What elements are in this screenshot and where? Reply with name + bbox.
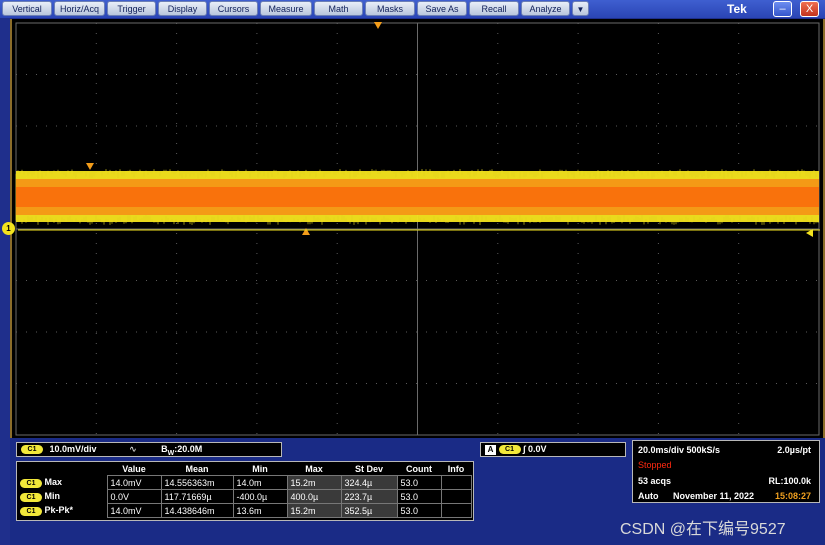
measurement-header-row: Value Mean Min Max St Dev Count Info [17,462,471,476]
trigger-position-marker [374,22,382,29]
resolution: 2.0µs/pt [777,445,811,455]
ac-wave-icon: ∿ [129,444,137,454]
menu-horiz-acq-button[interactable]: Horiz/Acq [54,1,105,16]
measurement-name: Pk-Pk* [44,505,74,516]
measurement-mean: 14.556363m [160,475,234,490]
measurement-max: 400.0µ [286,489,342,504]
vertical-scale: 10.0mV/div [49,444,97,454]
trigger-source-badge: C1 [498,445,521,455]
measurement-info [440,503,472,518]
channel-1-trace [15,169,819,225]
bandwidth-label: BW:20.0M [161,444,203,457]
header-value: Value [122,463,146,474]
trigger-readout[interactable]: A C1 ∫ 0.0V [480,442,626,457]
header-count: Count [406,463,432,474]
measurement-stdev: 324.4µ [340,475,398,490]
measurement-info [440,489,472,504]
measurement-mean: 14.438646m [160,503,234,518]
menu-math-button[interactable]: Math [314,1,363,16]
measurement-count: 53.0 [396,503,442,518]
menu-measure-button[interactable]: Measure [260,1,312,16]
measurement-table: Value Mean Min Max St Dev Count Info C1 … [16,461,474,521]
acquisition-count: 53 acqs [638,476,672,486]
waveform-graticule [15,22,820,436]
menu-display-button[interactable]: Display [158,1,207,16]
measurement-source-badge: C1 [20,478,42,488]
measurement-row-pkpk[interactable]: C1 Pk-Pk* 14.0mV 14.438646m 13.6m 15.2m … [17,503,472,518]
measurement-mean: 117.71669µ [160,489,234,504]
measurement-value: 14.0mV [106,475,162,490]
trigger-mode: Auto [638,491,659,501]
channel-reference-arrow [86,163,94,170]
measurement-source-badge: C1 [20,506,42,516]
minimize-button[interactable]: – [773,1,792,17]
menu-save-as-button[interactable]: Save As [417,1,467,16]
status-panel: C1 10.0mV/div ∿ BW:20.0M Value Mean Min … [10,438,825,545]
timebase: 20.0ms/div 500kS/s [638,445,721,455]
channel-badge: C1 [21,445,43,455]
measurement-value: 0.0V [106,489,162,504]
measurement-count: 53.0 [396,475,442,490]
measurement-max: 15.2m [286,503,342,518]
measurement-max: 15.2m [286,475,342,490]
measurement-row-min[interactable]: C1 Min 0.0V 117.71669µ -400.0µ 400.0µ 22… [17,489,472,504]
measurement-min: 13.6m [232,503,288,518]
close-button[interactable]: X [800,1,819,17]
menu-more-button[interactable]: ▼ [572,1,589,16]
menu-masks-button[interactable]: Masks [365,1,415,16]
menu-vertical-button[interactable]: Vertical [2,1,52,16]
header-info: Info [447,463,465,474]
channel-readout[interactable]: C1 10.0mV/div ∿ BW:20.0M [16,442,282,457]
menu-analyze-button[interactable]: Analyze [521,1,570,16]
header-stdev: St Dev [354,463,383,474]
measurement-source-badge: C1 [20,492,42,502]
waveform-display[interactable]: 1 [2,19,825,439]
measurement-stdev: 352.5µ [340,503,398,518]
brand-logo: Tek [727,2,747,16]
measurement-min: 14.0m [232,475,288,490]
trigger-level: 0.0V [528,444,547,454]
menu-recall-button[interactable]: Recall [469,1,519,16]
trigger-mode-badge: A [485,444,496,455]
measurement-count: 53.0 [396,489,442,504]
header-min: Min [252,463,268,474]
menu-trigger-button[interactable]: Trigger [107,1,156,16]
acquisition-time: 15:08:27 [774,491,811,501]
record-length: RL:100.0k [768,476,811,486]
channel-1-marker[interactable]: 1 [2,222,15,235]
measurement-row-max[interactable]: C1 Max 14.0mV 14.556363m 14.0m 15.2m 324… [17,475,472,490]
measurement-info [440,475,472,490]
measurement-name: Max [44,477,63,488]
header-mean: Mean [185,463,209,474]
acquisition-date: November 11, 2022 [673,491,755,501]
acquisition-status: Stopped [638,460,672,470]
acquisition-readout[interactable]: 20.0ms/div 500kS/s 2.0µs/pt Stopped 53 a… [632,440,820,503]
menu-cursors-button[interactable]: Cursors [209,1,258,16]
measurement-stdev: 223.7µ [340,489,398,504]
menu-bar: Vertical Horiz/Acq Trigger Display Curso… [0,0,825,18]
watermark: CSDN @在下编号9527 [620,521,786,538]
graticule-grid [15,22,820,436]
measurement-min: -400.0µ [232,489,288,504]
measurement-value: 14.0mV [106,503,162,518]
rising-edge-icon: ∫ [523,444,526,454]
header-max: Max [305,463,323,474]
measurement-name: Min [44,491,61,502]
